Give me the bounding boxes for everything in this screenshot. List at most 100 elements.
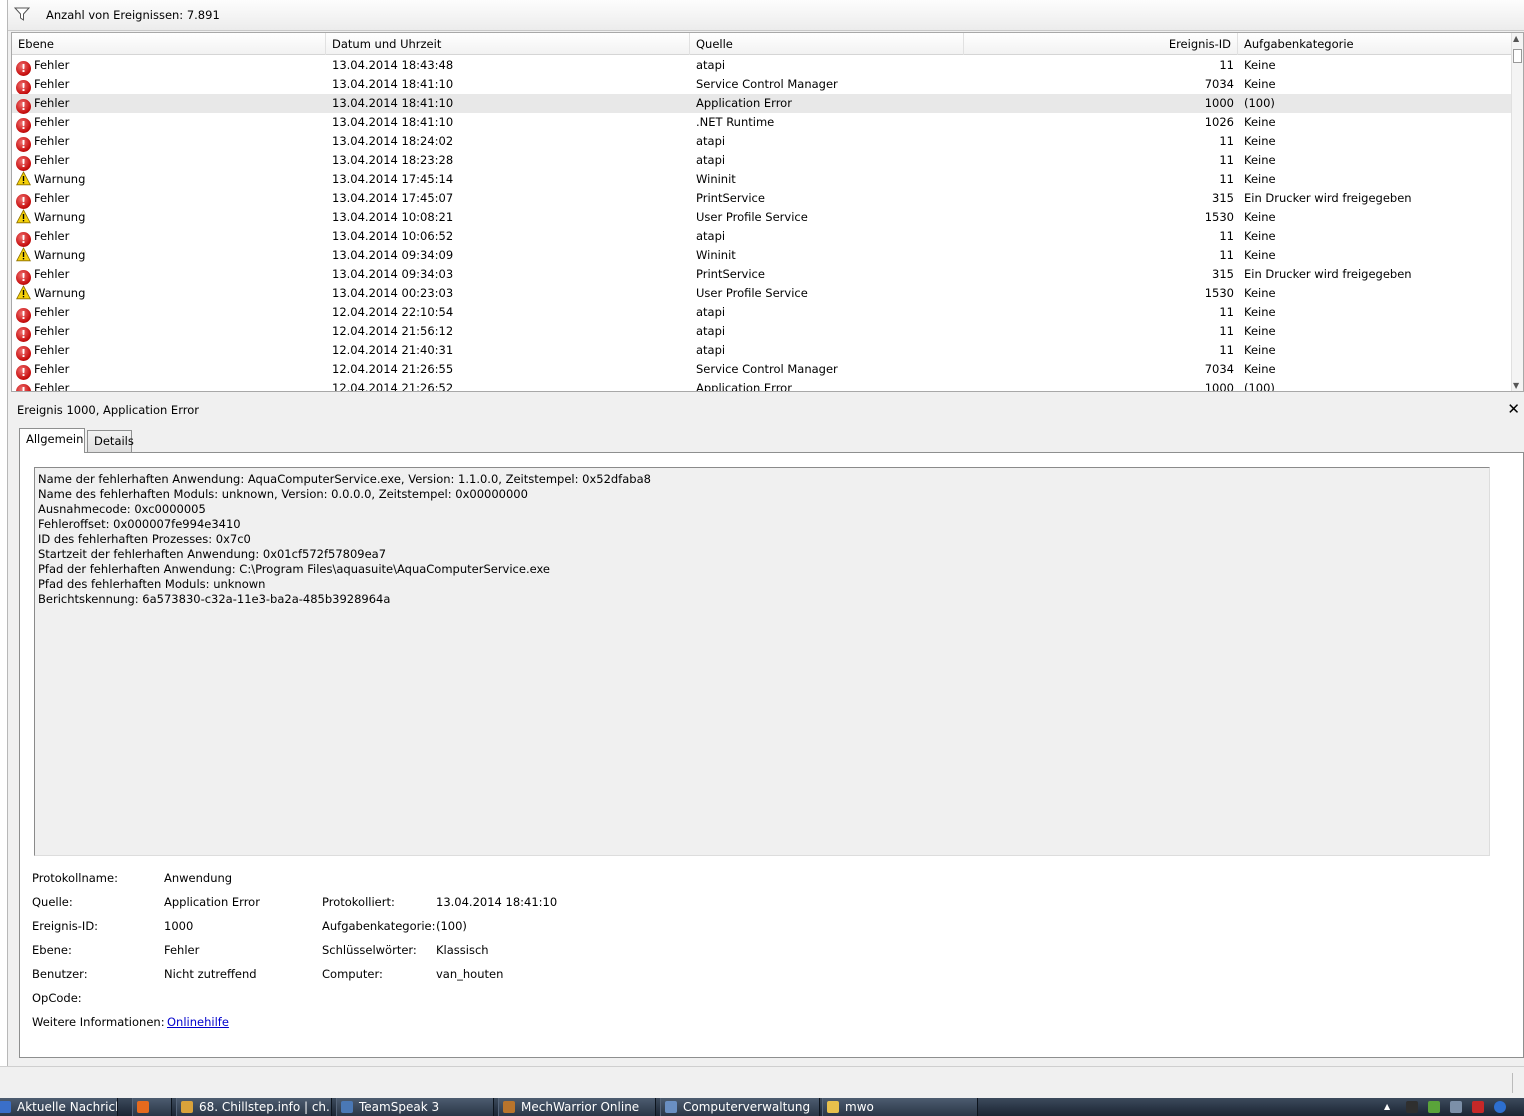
taskbar-button[interactable]: TeamSpeak 3 [336, 1098, 494, 1116]
error-icon: ! [16, 80, 31, 95]
computer-value: van_houten [436, 967, 504, 981]
cell-task-category: Keine [1244, 343, 1276, 357]
app-icon [341, 1101, 353, 1113]
column-header-task-category[interactable]: Aufgabenkategorie [1238, 33, 1512, 55]
level-text: Fehler [34, 77, 70, 91]
table-row[interactable]: ! Fehler 13.04.2014 18:41:10 Service Contro… [12, 75, 1512, 95]
resize-grip[interactable] [1512, 1073, 1514, 1093]
event-list-scrollbar[interactable]: ▲ ▼ [1511, 33, 1523, 391]
event-list[interactable]: Ebene Datum und Uhrzeit Quelle Ereignis-… [11, 32, 1524, 392]
cell-datetime: 13.04.2014 18:43:48 [332, 58, 454, 72]
update-tray-icon[interactable] [1494, 1101, 1506, 1113]
tab-details[interactable]: Details [87, 430, 134, 452]
task-category-value: (100) [436, 919, 467, 933]
taskbar-label: MechWarrior Online [521, 1100, 640, 1114]
left-edge-strip [0, 0, 8, 1098]
online-help-link[interactable]: Onlinehilfe [167, 1015, 229, 1029]
source-value: Application Error [164, 895, 260, 909]
system-tray: ▲ [1376, 1098, 1524, 1116]
table-row[interactable]: ! Fehler 13.04.2014 09:34:03 PrintService 31… [12, 265, 1512, 285]
cell-event-id: 315 [1212, 191, 1234, 205]
general-tab-panel: Name der fehlerhaften Anwendung: AquaCom… [19, 452, 1524, 1058]
cell-task-category: (100) [1244, 96, 1275, 110]
soundblaster-tray-icon[interactable] [1472, 1101, 1484, 1113]
taskbar-button[interactable]: Aktuelle Nachrichten... [0, 1098, 118, 1116]
table-row[interactable]: ! Fehler 13.04.2014 18:24:02 atapi 11 Keine [12, 132, 1512, 152]
column-header-level[interactable]: Ebene [12, 33, 326, 55]
cell-event-id: 11 [1219, 343, 1234, 357]
cell-level: ! Fehler [16, 303, 316, 323]
level-text: Warnung [34, 210, 86, 224]
cell-event-id: 7034 [1204, 362, 1234, 376]
table-row[interactable]: Warnung 13.04.2014 00:23:03 User Profile S… [12, 284, 1512, 303]
table-row[interactable]: ! Fehler 13.04.2014 18:43:48 atapi 11 Keine [12, 56, 1512, 76]
level-text: Warnung [34, 172, 86, 186]
app-icon [181, 1101, 193, 1113]
table-row[interactable]: ! Fehler 13.04.2014 17:45:07 PrintService 31… [12, 189, 1512, 209]
table-row[interactable]: Warnung 13.04.2014 09:34:09 Wininit 11 Keine [12, 246, 1512, 265]
cell-level: ! Fehler [16, 379, 316, 391]
tab-general[interactable]: Allgemein [19, 428, 85, 453]
scroll-up-icon[interactable]: ▲ [1513, 34, 1519, 43]
cell-source: PrintService [696, 267, 765, 281]
error-icon: ! [16, 99, 31, 114]
event-id-value: 1000 [164, 919, 194, 933]
cell-level: Warnung [16, 284, 316, 303]
cell-datetime: 12.04.2014 21:26:52 [332, 381, 454, 392]
table-row[interactable]: Warnung 13.04.2014 17:45:14 Wininit 11 Keine [12, 170, 1512, 189]
table-row[interactable]: ! Fehler 12.04.2014 21:26:52 Application Er… [12, 379, 1512, 392]
table-row[interactable]: ! Fehler 13.04.2014 18:41:10 Application Er… [12, 94, 1512, 114]
event-count-text: Anzahl von Ereignissen: 7.891 [46, 8, 220, 22]
tray-expand-icon[interactable]: ▲ [1384, 1101, 1396, 1113]
column-header-datetime[interactable]: Datum und Uhrzeit [326, 33, 690, 55]
warning-icon [16, 247, 31, 262]
cell-level: ! Fehler [16, 265, 316, 285]
scroll-down-icon[interactable]: ▼ [1513, 381, 1519, 390]
column-header-event-id[interactable]: Ereignis-ID [964, 33, 1238, 55]
cell-task-category: Keine [1244, 305, 1276, 319]
table-row[interactable]: ! Fehler 13.04.2014 18:41:10 .NET Runtime 10… [12, 113, 1512, 133]
cell-source: Application Error [696, 381, 792, 392]
description-line: Pfad des fehlerhaften Moduls: unknown [38, 577, 266, 591]
taskbar-button[interactable] [132, 1098, 172, 1116]
taskbar-button[interactable]: MechWarrior Online [498, 1098, 656, 1116]
table-row[interactable]: ! Fehler 12.04.2014 21:56:12 atapi 11 Keine [12, 322, 1512, 342]
table-row[interactable]: ! Fehler 13.04.2014 18:23:28 atapi 11 Keine [12, 151, 1512, 171]
table-row[interactable]: ! Fehler 12.04.2014 21:40:31 atapi 11 Keine [12, 341, 1512, 361]
table-row[interactable]: ! Fehler 12.04.2014 22:10:54 atapi 11 Keine [12, 303, 1512, 323]
user-value: Nicht zutreffend [164, 967, 257, 981]
event-detail-title: Ereignis 1000, Application Error [17, 403, 199, 417]
cell-level: ! Fehler [16, 113, 316, 133]
cell-event-id: 1530 [1204, 286, 1234, 300]
taskbar-button[interactable]: 68. Chillstep.info | ch... [176, 1098, 332, 1116]
error-icon: ! [16, 327, 31, 342]
scroll-thumb[interactable] [1513, 49, 1522, 63]
nvidia-tray-icon[interactable] [1428, 1101, 1440, 1113]
cell-task-category: Keine [1244, 362, 1276, 376]
cell-datetime: 12.04.2014 21:40:31 [332, 343, 454, 357]
cell-task-category: Ein Drucker wird freigegeben [1244, 267, 1412, 281]
warning-icon [16, 285, 31, 300]
table-row[interactable]: ! Fehler 12.04.2014 21:26:55 Service Contro… [12, 360, 1512, 380]
taskbar-button[interactable]: Computerverwaltung [660, 1098, 820, 1116]
column-header-source[interactable]: Quelle [690, 33, 964, 55]
cell-task-category: (100) [1244, 381, 1275, 392]
table-row[interactable]: ! Fehler 13.04.2014 10:06:52 atapi 11 Keine [12, 227, 1512, 247]
taskbar-button[interactable]: mwo [822, 1098, 978, 1116]
event-description-box[interactable]: Name der fehlerhaften Anwendung: AquaCom… [34, 467, 1490, 856]
close-icon[interactable]: ✕ [1507, 400, 1520, 418]
cell-event-id: 11 [1219, 248, 1234, 262]
cell-event-id: 11 [1219, 134, 1234, 148]
cell-datetime: 13.04.2014 00:23:03 [332, 286, 454, 300]
cell-source: Wininit [696, 172, 736, 186]
teamspeak-tray-icon[interactable] [1406, 1101, 1418, 1113]
filter-icon[interactable] [13, 7, 31, 21]
cell-level: ! Fehler [16, 94, 316, 114]
table-row[interactable]: Warnung 13.04.2014 10:08:21 User Profile S… [12, 208, 1512, 227]
cell-source: Service Control Manager [696, 77, 838, 91]
cell-source: Application Error [696, 96, 792, 110]
cell-level: ! Fehler [16, 322, 316, 342]
level-text: Fehler [34, 229, 70, 243]
network-tray-icon[interactable] [1450, 1101, 1462, 1113]
error-icon: ! [16, 156, 31, 171]
